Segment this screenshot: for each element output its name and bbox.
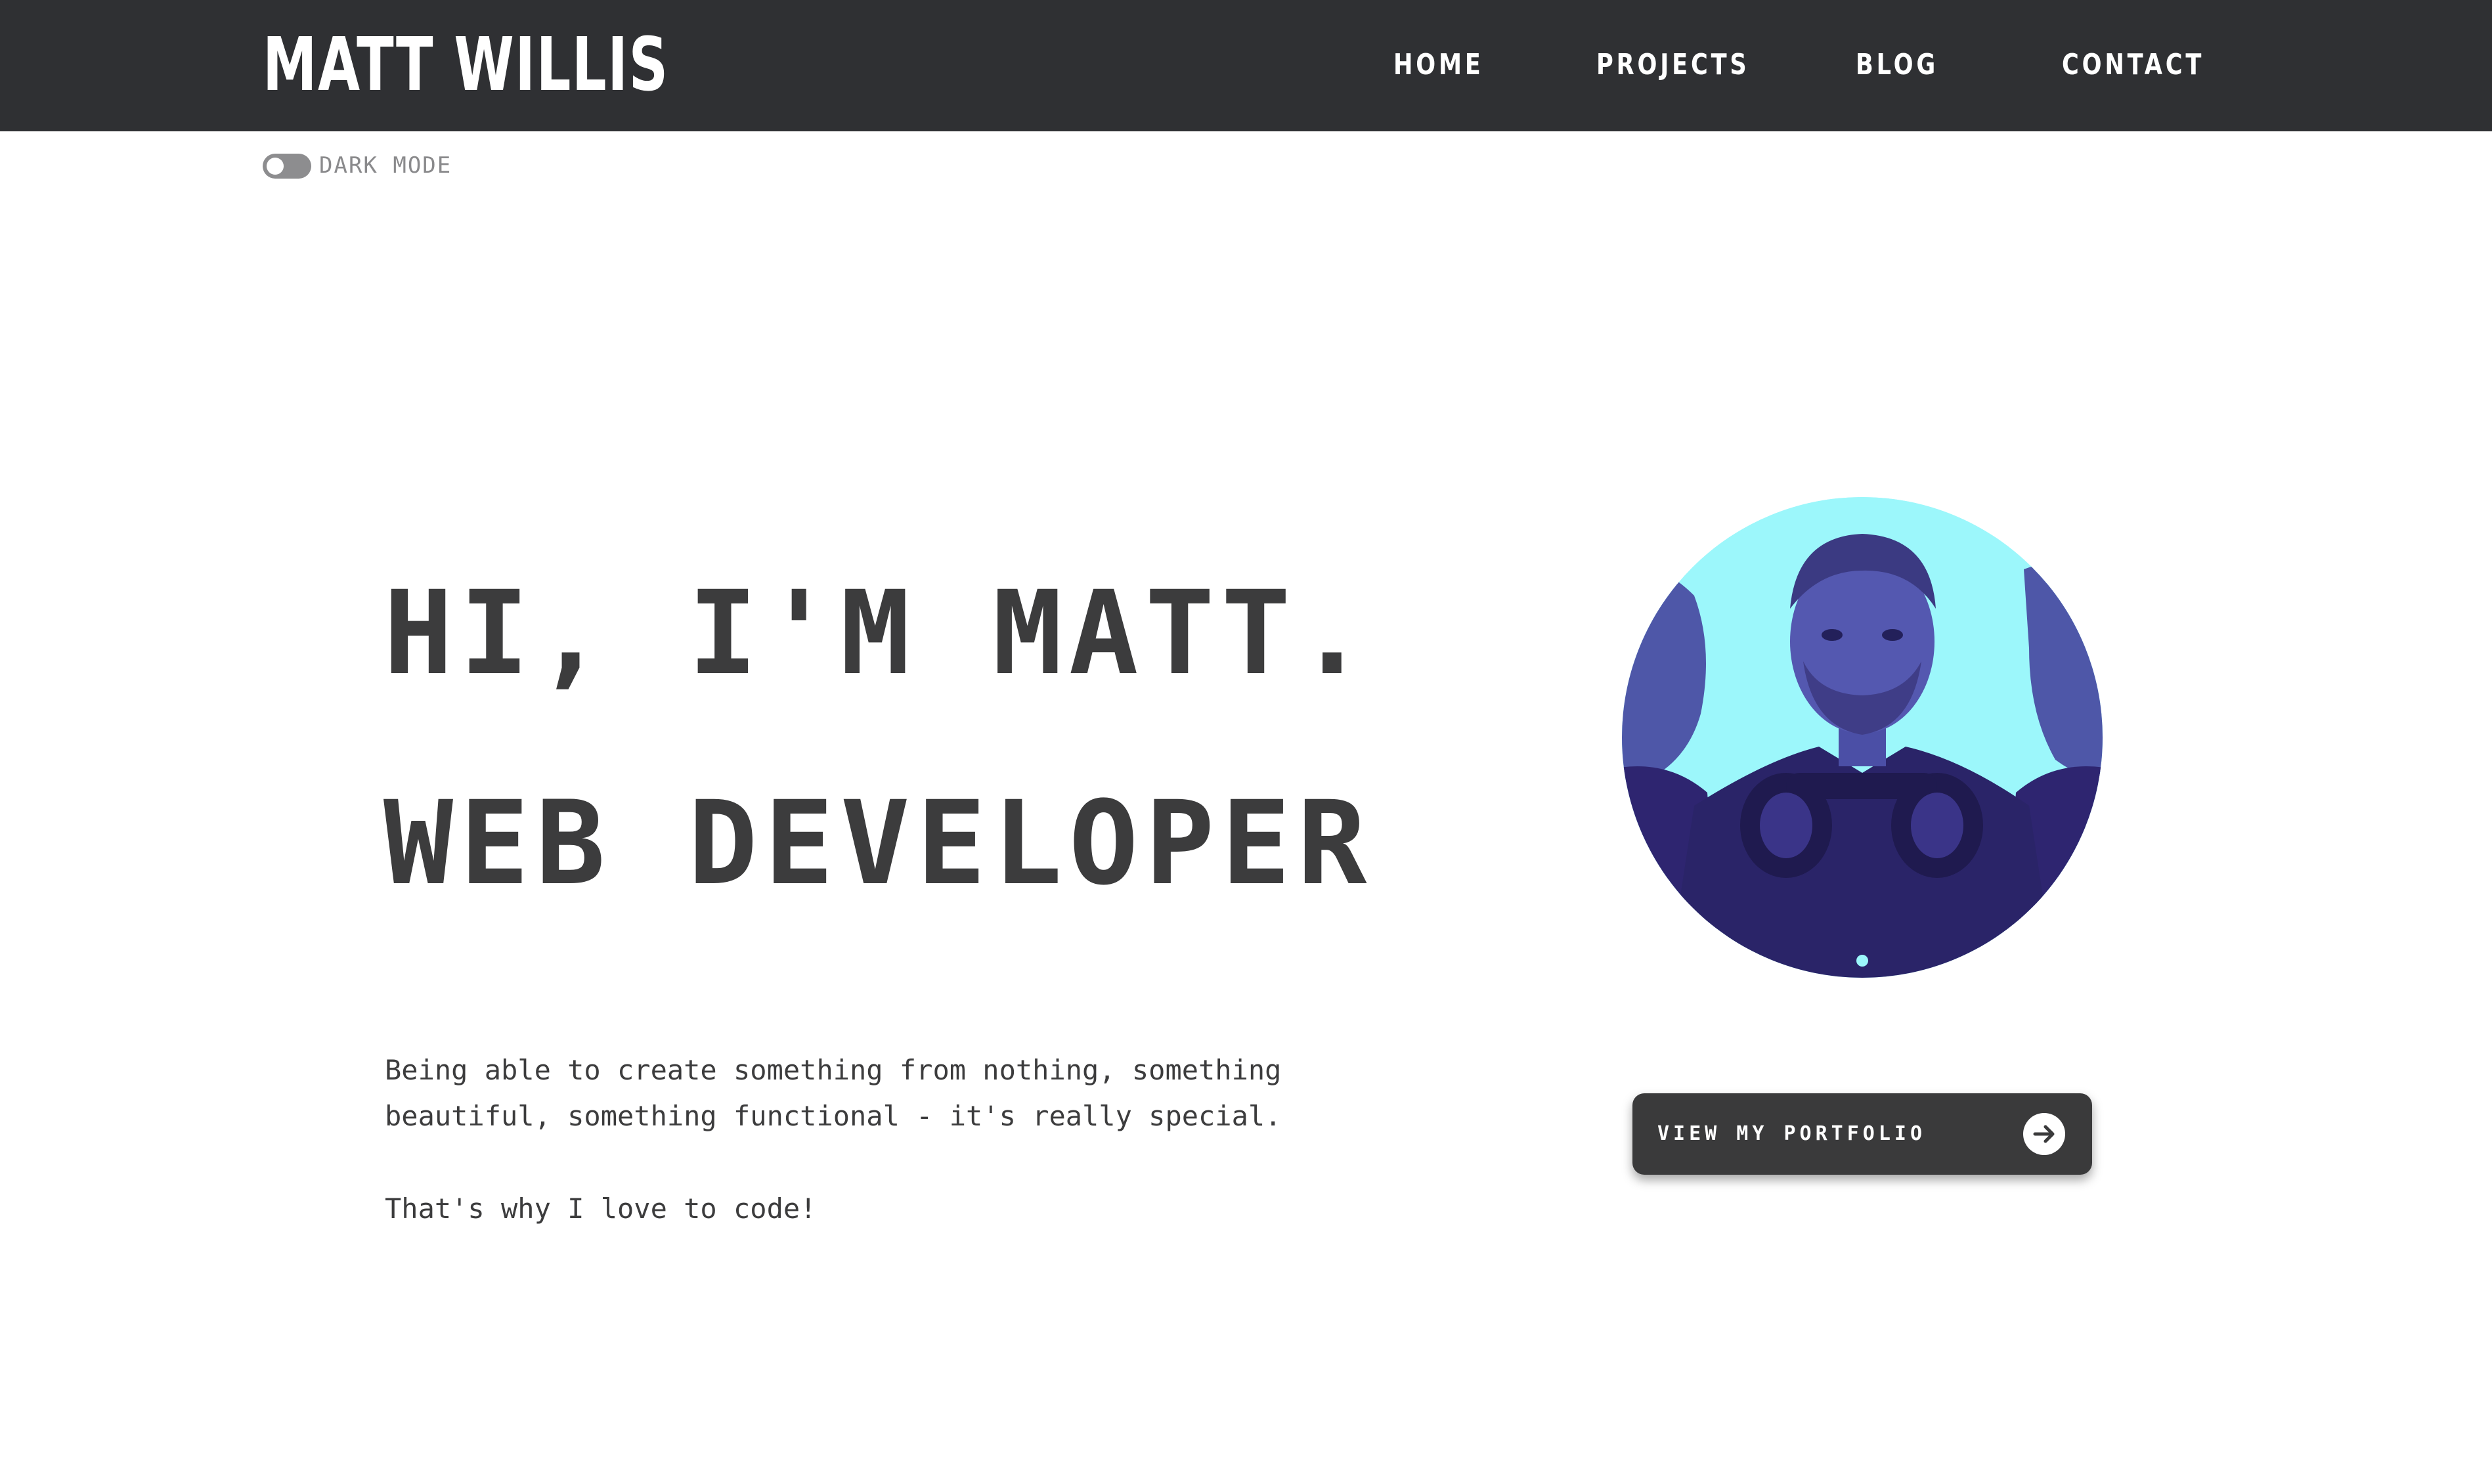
hero-role: WEB DEVELOPER — [383, 776, 1374, 911]
toggle-knob — [267, 158, 284, 175]
nav-blog-link[interactable]: BLOG — [1856, 46, 1938, 84]
site-header: MATT WILLIS HOME PROJECTS BLOG CONTACT — [0, 0, 2492, 131]
site-logo[interactable]: MATT WILLIS — [263, 22, 669, 108]
view-portfolio-button[interactable]: VIEW MY PORTFOLIO — [1632, 1093, 2092, 1175]
nav-home-link[interactable]: HOME — [1393, 46, 1484, 84]
hero-greeting: HI, I'M MATT. — [383, 566, 1374, 701]
profile-photo — [1622, 497, 2103, 978]
portrait-illustration — [1622, 497, 2103, 978]
view-portfolio-label: VIEW MY PORTFOLIO — [1657, 1122, 1927, 1145]
intro-paragraph: Being able to create something from noth… — [385, 1054, 1282, 1132]
dark-mode-label: DARK MODE — [319, 152, 452, 179]
nav-contact-link[interactable]: CONTACT — [2062, 46, 2204, 84]
nav-projects-link[interactable]: PROJECTS — [1596, 46, 1750, 84]
arrow-right-circle-icon — [2023, 1113, 2065, 1155]
love-to-code-paragraph: That's why I love to code! — [385, 1192, 817, 1225]
dark-mode-toggle[interactable] — [263, 154, 311, 179]
